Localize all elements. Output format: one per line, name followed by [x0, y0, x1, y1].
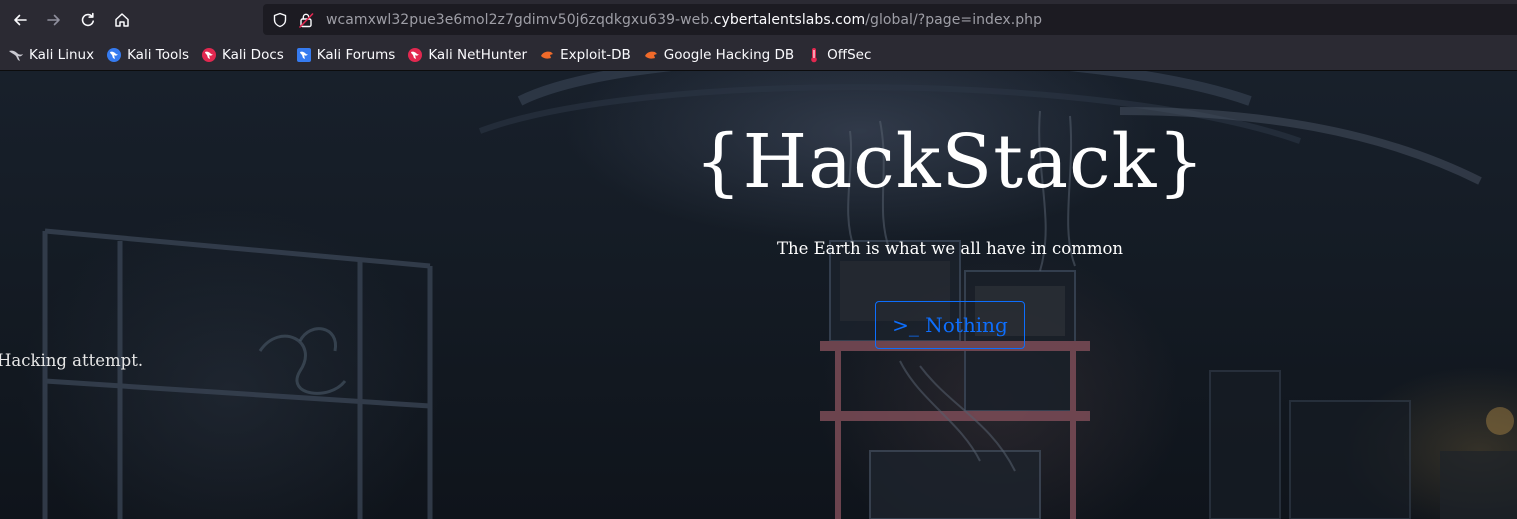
browser-toolbar: wcamxwl32pue3e6mol2z7gdimv50j6zqdkgxu639… — [0, 0, 1517, 39]
bookmarks-bar: Kali Linux Kali Tools Kali Docs Kali For… — [0, 39, 1517, 71]
kali-forums-icon — [296, 47, 312, 63]
bookmark-label: Kali Tools — [127, 46, 189, 63]
bookmark-kali-forums[interactable]: Kali Forums — [296, 46, 396, 63]
insecure-lock-icon[interactable] — [298, 12, 314, 28]
bookmark-label: Kali Linux — [29, 46, 95, 63]
url-domain: cybertalentslabs.com — [713, 11, 866, 28]
bookmark-label: Kali Forums — [316, 46, 396, 63]
bookmark-google-hacking-db[interactable]: Google Hacking DB — [643, 47, 794, 63]
exploit-db-icon — [539, 47, 555, 63]
back-button[interactable] — [5, 5, 35, 35]
ghdb-icon — [643, 47, 659, 63]
bookmark-exploit-db[interactable]: Exploit-DB — [539, 47, 631, 63]
bookmark-label: Kali Docs — [222, 46, 284, 63]
bookmark-kali-docs[interactable]: Kali Docs — [201, 47, 284, 63]
bookmark-label: OffSec — [827, 46, 872, 63]
site-tagline: The Earth is what we all have in common — [776, 239, 1124, 258]
kali-nethunter-icon — [407, 47, 423, 63]
shield-icon[interactable] — [272, 12, 288, 28]
site-title: {HackStack} — [694, 119, 1206, 205]
bookmark-label: Google Hacking DB — [663, 46, 795, 63]
forward-button[interactable] — [39, 5, 69, 35]
reload-button[interactable] — [73, 5, 103, 35]
arrow-right-icon — [47, 14, 60, 25]
home-button[interactable] — [107, 5, 137, 35]
nothing-button[interactable]: >_ Nothing — [875, 301, 1025, 349]
kali-tools-icon — [106, 47, 122, 63]
reload-icon — [81, 12, 94, 26]
bookmark-kali-tools[interactable]: Kali Tools — [106, 47, 189, 63]
url-path: /global/?page=index.php — [865, 11, 1043, 28]
kali-dragon-icon — [8, 47, 24, 63]
arrow-left-icon — [14, 14, 27, 25]
url-prefix: wcamxwl32pue3e6mol2z7gdimv50j6zqdkgxu639… — [326, 11, 714, 28]
page-content: {HackStack} The Earth is what we all hav… — [0, 71, 1517, 519]
offsec-icon — [806, 47, 822, 63]
bookmark-kali-nethunter[interactable]: Kali NetHunter — [407, 47, 527, 63]
url-bar[interactable]: wcamxwl32pue3e6mol2z7gdimv50j6zqdkgxu639… — [263, 4, 1517, 35]
kali-docs-icon — [201, 47, 217, 63]
bookmark-label: Exploit-DB — [560, 46, 631, 63]
hacking-attempt-message: Hacking attempt. — [0, 351, 144, 370]
bookmark-offsec[interactable]: OffSec — [806, 47, 871, 63]
bookmark-label: Kali NetHunter — [428, 46, 528, 63]
url-text[interactable]: wcamxwl32pue3e6mol2z7gdimv50j6zqdkgxu639… — [326, 12, 1042, 28]
home-icon — [115, 12, 129, 27]
bookmark-kali-linux[interactable]: Kali Linux — [8, 47, 94, 63]
